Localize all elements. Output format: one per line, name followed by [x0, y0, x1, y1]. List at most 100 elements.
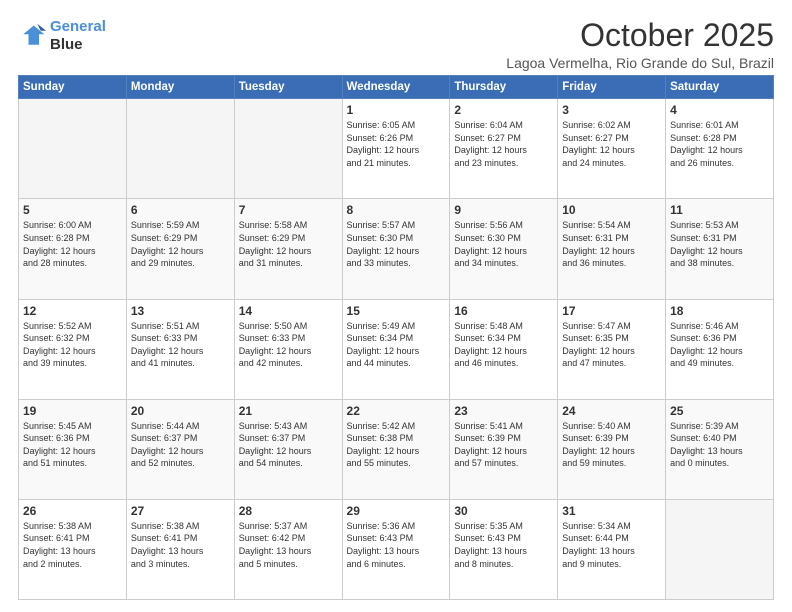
day-info: Sunrise: 5:41 AM Sunset: 6:39 PM Dayligh…	[454, 420, 553, 470]
table-row: 21 Sunrise: 5:43 AM Sunset: 6:37 PM Dayli…	[234, 399, 342, 499]
col-monday: Monday	[126, 76, 234, 99]
table-row: 10 Sunrise: 5:54 AM Sunset: 6:31 PM Dayli…	[558, 199, 666, 299]
day-number: 20	[131, 404, 230, 418]
col-tuesday: Tuesday	[234, 76, 342, 99]
month-title: October 2025	[506, 18, 774, 53]
day-number: 18	[670, 304, 769, 318]
day-number: 31	[562, 504, 661, 518]
table-row: 25 Sunrise: 5:39 AM Sunset: 6:40 PM Dayli…	[666, 399, 774, 499]
table-row: 30 Sunrise: 5:35 AM Sunset: 6:43 PM Dayli…	[450, 499, 558, 599]
day-number: 26	[23, 504, 122, 518]
col-thursday: Thursday	[450, 76, 558, 99]
logo-icon	[18, 22, 46, 50]
day-number: 29	[347, 504, 446, 518]
day-info: Sunrise: 6:04 AM Sunset: 6:27 PM Dayligh…	[454, 119, 553, 169]
day-info: Sunrise: 6:00 AM Sunset: 6:28 PM Dayligh…	[23, 219, 122, 269]
day-info: Sunrise: 5:45 AM Sunset: 6:36 PM Dayligh…	[23, 420, 122, 470]
day-number: 25	[670, 404, 769, 418]
day-number: 2	[454, 103, 553, 117]
day-number: 15	[347, 304, 446, 318]
day-info: Sunrise: 5:42 AM Sunset: 6:38 PM Dayligh…	[347, 420, 446, 470]
day-info: Sunrise: 5:36 AM Sunset: 6:43 PM Dayligh…	[347, 520, 446, 570]
table-row: 20 Sunrise: 5:44 AM Sunset: 6:37 PM Dayli…	[126, 399, 234, 499]
table-row: 11 Sunrise: 5:53 AM Sunset: 6:31 PM Dayli…	[666, 199, 774, 299]
table-row: 22Sunrise: 5:42 AM Sunset: 6:38 PM Dayli…	[342, 399, 450, 499]
table-row: 14 Sunrise: 5:50 AM Sunset: 6:33 PM Dayli…	[234, 299, 342, 399]
table-row: 31 Sunrise: 5:34 AM Sunset: 6:44 PM Dayli…	[558, 499, 666, 599]
table-row: 3Sunrise: 6:02 AM Sunset: 6:27 PM Daylig…	[558, 99, 666, 199]
table-row: 29 Sunrise: 5:36 AM Sunset: 6:43 PM Dayli…	[342, 499, 450, 599]
table-row: 15 Sunrise: 5:49 AM Sunset: 6:34 PM Dayli…	[342, 299, 450, 399]
col-sunday: Sunday	[19, 76, 127, 99]
day-info: Sunrise: 5:49 AM Sunset: 6:34 PM Dayligh…	[347, 320, 446, 370]
table-row: 13Sunrise: 5:51 AM Sunset: 6:33 PM Dayli…	[126, 299, 234, 399]
day-number: 6	[131, 203, 230, 217]
table-row: 27Sunrise: 5:38 AM Sunset: 6:41 PM Dayli…	[126, 499, 234, 599]
day-number: 21	[239, 404, 338, 418]
col-wednesday: Wednesday	[342, 76, 450, 99]
day-number: 13	[131, 304, 230, 318]
logo: General Blue	[18, 18, 106, 54]
header: General Blue October 2025 Lagoa Vermelha…	[18, 18, 774, 71]
table-row: 23 Sunrise: 5:41 AM Sunset: 6:39 PM Dayli…	[450, 399, 558, 499]
calendar-table: Sunday Monday Tuesday Wednesday Thursday…	[18, 75, 774, 600]
day-info: Sunrise: 5:34 AM Sunset: 6:44 PM Dayligh…	[562, 520, 661, 570]
day-number: 11	[670, 203, 769, 217]
day-number: 24	[562, 404, 661, 418]
day-number: 7	[239, 203, 338, 217]
day-info: Sunrise: 5:43 AM Sunset: 6:37 PM Dayligh…	[239, 420, 338, 470]
day-number: 23	[454, 404, 553, 418]
day-number: 16	[454, 304, 553, 318]
table-row: 17 Sunrise: 5:47 AM Sunset: 6:35 PM Dayli…	[558, 299, 666, 399]
day-number: 9	[454, 203, 553, 217]
day-info: Sunrise: 6:05 AM Sunset: 6:26 PM Dayligh…	[347, 119, 446, 169]
page: General Blue October 2025 Lagoa Vermelha…	[0, 0, 792, 612]
day-number: 14	[239, 304, 338, 318]
day-number: 5	[23, 203, 122, 217]
day-number: 10	[562, 203, 661, 217]
table-row: 8 Sunrise: 5:57 AM Sunset: 6:30 PM Daylig…	[342, 199, 450, 299]
day-info: Sunrise: 5:57 AM Sunset: 6:30 PM Dayligh…	[347, 219, 446, 269]
table-row	[126, 99, 234, 199]
day-info: Sunrise: 5:39 AM Sunset: 6:40 PM Dayligh…	[670, 420, 769, 470]
table-row: 5 Sunrise: 6:00 AM Sunset: 6:28 PM Daylig…	[19, 199, 127, 299]
table-row: 1 Sunrise: 6:05 AM Sunset: 6:26 PM Daylig…	[342, 99, 450, 199]
day-info: Sunrise: 5:35 AM Sunset: 6:43 PM Dayligh…	[454, 520, 553, 570]
logo-text: General Blue	[50, 18, 106, 54]
day-number: 1	[347, 103, 446, 117]
day-info: Sunrise: 5:52 AM Sunset: 6:32 PM Dayligh…	[23, 320, 122, 370]
table-row: 28Sunrise: 5:37 AM Sunset: 6:42 PM Dayli…	[234, 499, 342, 599]
day-info: Sunrise: 5:59 AM Sunset: 6:29 PM Dayligh…	[131, 219, 230, 269]
table-row	[19, 99, 127, 199]
day-number: 28	[239, 504, 338, 518]
day-number: 30	[454, 504, 553, 518]
table-row: 12 Sunrise: 5:52 AM Sunset: 6:32 PM Dayli…	[19, 299, 127, 399]
day-info: Sunrise: 5:44 AM Sunset: 6:37 PM Dayligh…	[131, 420, 230, 470]
col-friday: Friday	[558, 76, 666, 99]
table-row: 18Sunrise: 5:46 AM Sunset: 6:36 PM Dayli…	[666, 299, 774, 399]
location-title: Lagoa Vermelha, Rio Grande do Sul, Brazi…	[506, 55, 774, 71]
day-info: Sunrise: 5:53 AM Sunset: 6:31 PM Dayligh…	[670, 219, 769, 269]
day-info: Sunrise: 5:38 AM Sunset: 6:41 PM Dayligh…	[131, 520, 230, 570]
table-row	[234, 99, 342, 199]
table-row: 7Sunrise: 5:58 AM Sunset: 6:29 PM Daylig…	[234, 199, 342, 299]
table-row: 26Sunrise: 5:38 AM Sunset: 6:41 PM Dayli…	[19, 499, 127, 599]
table-row: 16 Sunrise: 5:48 AM Sunset: 6:34 PM Dayli…	[450, 299, 558, 399]
col-saturday: Saturday	[666, 76, 774, 99]
table-row: 2 Sunrise: 6:04 AM Sunset: 6:27 PM Daylig…	[450, 99, 558, 199]
day-number: 19	[23, 404, 122, 418]
day-info: Sunrise: 5:54 AM Sunset: 6:31 PM Dayligh…	[562, 219, 661, 269]
day-info: Sunrise: 5:56 AM Sunset: 6:30 PM Dayligh…	[454, 219, 553, 269]
day-info: Sunrise: 5:47 AM Sunset: 6:35 PM Dayligh…	[562, 320, 661, 370]
table-row: 4Sunrise: 6:01 AM Sunset: 6:28 PM Daylig…	[666, 99, 774, 199]
day-info: Sunrise: 6:01 AM Sunset: 6:28 PM Dayligh…	[670, 119, 769, 169]
day-info: Sunrise: 5:48 AM Sunset: 6:34 PM Dayligh…	[454, 320, 553, 370]
table-row: 9 Sunrise: 5:56 AM Sunset: 6:30 PM Daylig…	[450, 199, 558, 299]
day-info: Sunrise: 6:02 AM Sunset: 6:27 PM Dayligh…	[562, 119, 661, 169]
day-info: Sunrise: 5:50 AM Sunset: 6:33 PM Dayligh…	[239, 320, 338, 370]
day-number: 8	[347, 203, 446, 217]
table-row: 24Sunrise: 5:40 AM Sunset: 6:39 PM Dayli…	[558, 399, 666, 499]
day-number: 17	[562, 304, 661, 318]
day-number: 12	[23, 304, 122, 318]
calendar-header-row: Sunday Monday Tuesday Wednesday Thursday…	[19, 76, 774, 99]
